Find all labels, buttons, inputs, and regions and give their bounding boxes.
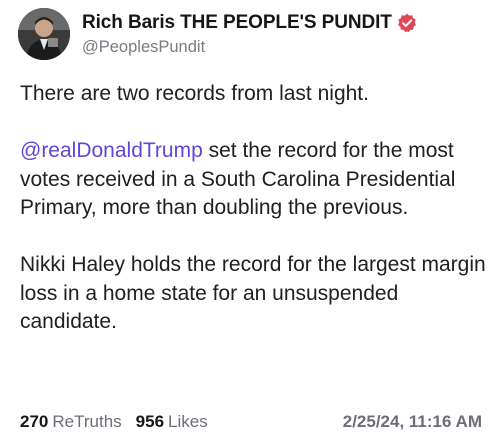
author-info: Rich Baris THE PEOPLE'S PUNDIT @PeoplesP… xyxy=(82,11,417,57)
post-paragraph-3: Nikki Haley holds the record for the lar… xyxy=(20,253,486,333)
post-body: There are two records from last night. @… xyxy=(20,80,490,337)
post-header: Rich Baris THE PEOPLE'S PUNDIT @PeoplesP… xyxy=(18,8,417,60)
post-paragraph-2: @realDonaldTrump set the record for the … xyxy=(20,137,490,223)
likes-label: Likes xyxy=(168,412,208,431)
retruths-label: ReTruths xyxy=(52,412,122,431)
post-paragraph-1: There are two records from last night. xyxy=(20,82,369,105)
avatar[interactable] xyxy=(18,8,70,60)
display-name-row: Rich Baris THE PEOPLE'S PUNDIT xyxy=(82,11,417,35)
likes-count: 956 xyxy=(135,412,165,431)
post-timestamp[interactable]: 2/25/24, 11:16 AM xyxy=(343,412,482,432)
mention-link[interactable]: @realDonaldTrump xyxy=(20,139,203,162)
likes-stat[interactable]: 956 Likes xyxy=(136,412,208,432)
author-display-name[interactable]: Rich Baris THE PEOPLE'S PUNDIT xyxy=(82,12,392,34)
retruths-stat[interactable]: 270 ReTruths xyxy=(20,412,122,432)
avatar-image-icon xyxy=(18,8,70,60)
author-handle[interactable]: @PeoplesPundit xyxy=(82,38,417,57)
verified-badge-icon xyxy=(397,13,417,33)
post-stats: 270 ReTruths 956 Likes 2/25/24, 11:16 AM xyxy=(20,412,482,432)
post-card: Rich Baris THE PEOPLE'S PUNDIT @PeoplesP… xyxy=(0,0,500,447)
retruths-count: 270 xyxy=(20,412,49,431)
